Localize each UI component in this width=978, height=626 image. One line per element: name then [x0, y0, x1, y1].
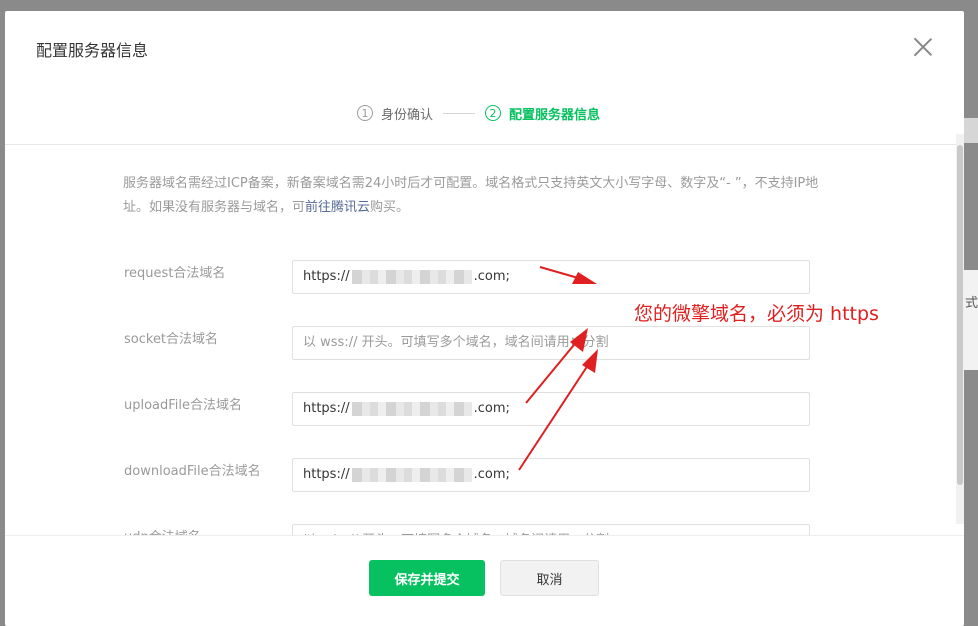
socket-domain-label: socket合法域名 [124, 332, 219, 347]
request-domain-input[interactable]: https:// .com; [292, 260, 810, 294]
step-number-1: 1 [357, 105, 373, 121]
socket-domain-row: socket合法域名 以 wss:// 开头。可填写多个域名，域名间请用；分割 [5, 326, 964, 366]
notice-text-after: 购买。 [370, 200, 410, 215]
step-number-2: 2 [485, 105, 502, 121]
step-label: 配置服务器信息 [509, 107, 601, 123]
background-page-strip [964, 118, 978, 143]
background-page-text: 式 [964, 296, 978, 311]
input-prefix: https:// [303, 401, 350, 416]
input-suffix: .com; [473, 467, 510, 482]
step-label: 身份确认 [381, 107, 434, 123]
uploadfile-domain-row: uploadFile合法域名 https:// .com; [5, 392, 964, 432]
udp-domain-label: udp合法域名 [124, 526, 201, 535]
notice-text-before: 服务器域名需经过ICP备案，新备案域名需24小时后才可配置。域名格式只支持英文大… [123, 176, 819, 215]
background-page-strip [964, 270, 978, 370]
input-suffix: .com; [473, 401, 510, 416]
downloadfile-domain-row: downloadFile合法域名 https:// .com; [5, 458, 964, 498]
socket-domain-input[interactable]: 以 wss:// 开头。可填写多个域名，域名间请用；分割 [292, 326, 810, 360]
uploadfile-domain-label: uploadFile合法域名 [124, 398, 243, 413]
udp-domain-input[interactable]: 以 udp:// 开头。可填写多个域名，域名间请用；分割 [292, 524, 810, 535]
step-identity-confirm: 1 身份确认 [357, 104, 433, 123]
save-submit-button[interactable]: 保存并提交 [369, 560, 485, 596]
downloadfile-domain-label: downloadFile合法域名 [124, 464, 261, 479]
dialog-body: 服务器域名需经过ICP备案，新备案域名需24小时后才可配置。域名格式只支持英文大… [5, 145, 964, 535]
udp-domain-row: udp合法域名 以 udp:// 开头。可填写多个域名，域名间请用；分割 [5, 524, 964, 535]
request-domain-label: request合法域名 [124, 266, 226, 281]
request-domain-row: request合法域名 https:// .com; [5, 260, 964, 300]
close-icon[interactable] [911, 35, 935, 59]
step-config-server: 2 配置服务器信息 [485, 104, 600, 123]
red-annotation-text: 您的微擎域名，必须为 https [634, 303, 879, 325]
scrollbar-thumb[interactable] [957, 145, 963, 485]
step-indicator: 1 身份确认 2 配置服务器信息 [357, 103, 600, 123]
uploadfile-domain-input[interactable]: https:// .com; [292, 392, 810, 426]
downloadfile-domain-input[interactable]: https:// .com; [292, 458, 810, 492]
redacted-domain [351, 468, 472, 482]
redacted-domain [351, 402, 472, 416]
step-connector [443, 112, 476, 114]
dialog-title: 配置服务器信息 [36, 41, 149, 60]
cancel-button[interactable]: 取消 [500, 560, 599, 596]
notice-text: 服务器域名需经过ICP备案，新备案域名需24小时后才可配置。域名格式只支持英文大… [123, 172, 843, 220]
tencent-cloud-link[interactable]: 前往腾讯云 [305, 200, 370, 215]
redacted-domain [351, 270, 472, 284]
input-prefix: https:// [303, 269, 350, 284]
footer-divider [5, 535, 964, 536]
input-suffix: .com; [473, 269, 510, 284]
input-prefix: https:// [303, 467, 350, 482]
